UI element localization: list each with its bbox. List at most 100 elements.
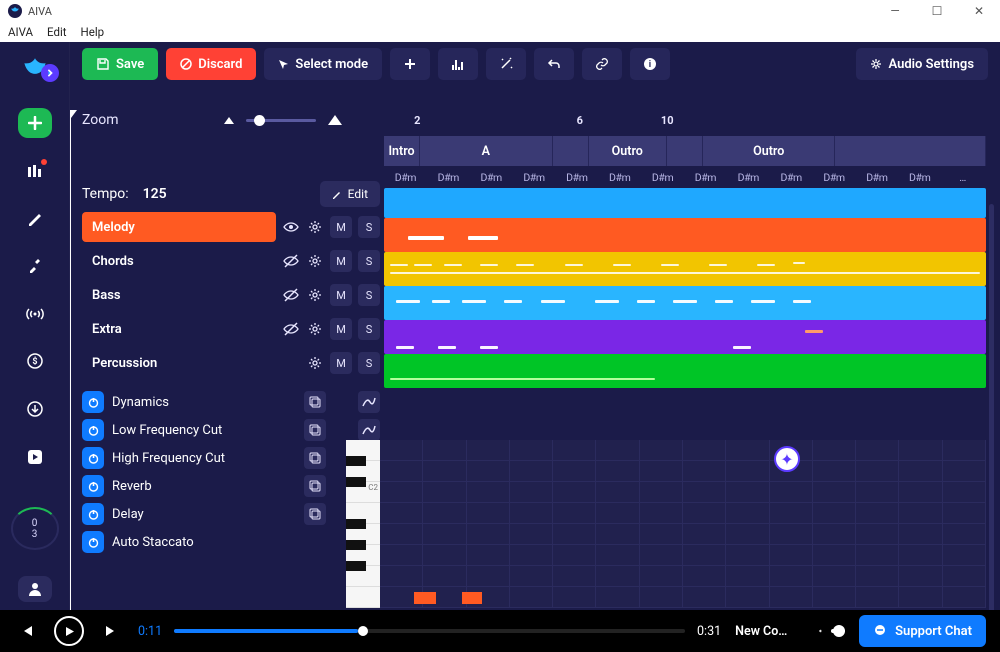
sidebar-download-button[interactable]: [18, 394, 52, 424]
section-block[interactable]: Outro: [589, 136, 667, 166]
fx-copy-button[interactable]: [304, 503, 326, 525]
fx-copy-button[interactable]: [304, 391, 326, 413]
track-settings-button[interactable]: [306, 286, 324, 304]
solo-button[interactable]: S: [358, 318, 380, 340]
section-block[interactable]: [667, 136, 703, 166]
sidebar-create-button[interactable]: [18, 108, 52, 138]
visibility-toggle[interactable]: [282, 286, 300, 304]
track-name-melody[interactable]: Melody: [82, 212, 276, 242]
track-lane-extra[interactable]: [384, 320, 986, 354]
fx-label: Delay: [112, 507, 144, 522]
track-settings-button[interactable]: [306, 252, 324, 270]
next-button[interactable]: [98, 618, 124, 644]
playhead[interactable]: [70, 116, 71, 610]
solo-button[interactable]: S: [358, 216, 380, 238]
solo-button[interactable]: S: [358, 352, 380, 374]
equalizer-button[interactable]: [438, 48, 478, 80]
fx-copy-button[interactable]: [304, 447, 326, 469]
credits-bottom: 3: [32, 529, 38, 540]
discard-button[interactable]: Discard: [166, 48, 256, 80]
arrangement-sections[interactable]: IntroA Outro Outro: [384, 136, 986, 166]
timeline-ruler[interactable]: 2 6 10: [384, 114, 986, 136]
mute-button[interactable]: M: [330, 318, 352, 340]
track-settings-button[interactable]: [306, 320, 324, 338]
ai-sparkle-button[interactable]: ✦: [774, 446, 800, 472]
track-lane-bass[interactable]: [384, 286, 986, 320]
menu-edit[interactable]: Edit: [47, 25, 66, 39]
visibility-toggle[interactable]: [282, 218, 300, 236]
fx-label: Auto Staccato: [112, 535, 194, 550]
track-name-extra[interactable]: Extra: [82, 314, 276, 344]
audio-settings-button[interactable]: Audio Settings: [856, 48, 988, 80]
zoom-out-icon[interactable]: [224, 117, 234, 124]
undo-button[interactable]: [534, 48, 574, 80]
seek-bar[interactable]: [174, 629, 685, 633]
support-chat-button[interactable]: Support Chat: [859, 615, 986, 647]
section-block[interactable]: Intro: [384, 136, 420, 166]
visibility-toggle[interactable]: [282, 252, 300, 270]
select-mode-button[interactable]: Select mode: [264, 48, 382, 80]
visibility-toggle[interactable]: [282, 320, 300, 338]
previous-button[interactable]: [14, 618, 40, 644]
fx-power-toggle[interactable]: [82, 391, 104, 413]
track-settings-button[interactable]: [306, 218, 324, 236]
volume-control[interactable]: [819, 618, 845, 644]
vertical-scrollbar[interactable]: [989, 204, 994, 610]
magic-wand-button[interactable]: [486, 48, 526, 80]
fx-label: Reverb: [112, 479, 152, 494]
fx-copy-button[interactable]: [304, 475, 326, 497]
section-block[interactable]: [835, 136, 986, 166]
fx-power-toggle[interactable]: [82, 447, 104, 469]
profile-button[interactable]: [18, 576, 52, 602]
section-block[interactable]: Outro: [703, 136, 835, 166]
sidebar-editor-button[interactable]: [18, 204, 52, 234]
window-maximize-button[interactable]: ☐: [916, 0, 958, 22]
sidebar-radio-button[interactable]: [18, 299, 52, 329]
fx-automation-button[interactable]: [358, 419, 380, 441]
zoom-slider[interactable]: [246, 119, 316, 122]
menu-aiva[interactable]: AIVA: [8, 25, 33, 39]
add-button[interactable]: [390, 48, 430, 80]
fx-power-toggle[interactable]: [82, 503, 104, 525]
save-button[interactable]: Save: [82, 48, 158, 80]
zoom-in-icon[interactable]: [328, 115, 342, 125]
tempo-edit-button[interactable]: Edit: [320, 181, 380, 207]
section-block[interactable]: A: [420, 136, 552, 166]
track-lane-tempo[interactable]: [384, 188, 986, 218]
track-settings-button[interactable]: [306, 354, 324, 372]
section-block[interactable]: [553, 136, 589, 166]
sidebar-collapse-button[interactable]: [41, 64, 59, 82]
window-close-button[interactable]: ✕: [958, 0, 1000, 22]
mute-button[interactable]: M: [330, 352, 352, 374]
track-name-chords[interactable]: Chords: [82, 246, 276, 276]
sidebar-play-button[interactable]: [18, 442, 52, 472]
mute-button[interactable]: M: [330, 284, 352, 306]
mute-button[interactable]: M: [330, 216, 352, 238]
menubar: AIVA Edit Help: [0, 22, 1000, 42]
fx-copy-button[interactable]: [304, 419, 326, 441]
window-minimize-button[interactable]: —: [874, 0, 916, 22]
sidebar-library-button[interactable]: [18, 156, 52, 186]
fx-power-toggle[interactable]: [82, 531, 104, 553]
track-lane-percussion[interactable]: [384, 354, 986, 388]
solo-button[interactable]: S: [358, 284, 380, 306]
midi-note[interactable]: [462, 592, 482, 604]
sidebar-billing-button[interactable]: $: [18, 347, 52, 377]
link-button[interactable]: [582, 48, 622, 80]
fx-automation-button[interactable]: [358, 391, 380, 413]
piano-roll[interactable]: C2: [346, 440, 986, 608]
track-lane-chords[interactable]: [384, 252, 986, 286]
track-name-percussion[interactable]: Percussion: [82, 348, 276, 378]
track-name-bass[interactable]: Bass: [82, 280, 276, 310]
fx-power-toggle[interactable]: [82, 419, 104, 441]
solo-button[interactable]: S: [358, 250, 380, 272]
track-lane-melody[interactable]: [384, 218, 986, 252]
sidebar-tools-button[interactable]: [18, 251, 52, 281]
play-button[interactable]: [54, 616, 84, 646]
fx-power-toggle[interactable]: [82, 475, 104, 497]
piano-keys[interactable]: C2: [346, 440, 380, 608]
midi-note[interactable]: [414, 592, 436, 604]
menu-help[interactable]: Help: [81, 25, 105, 39]
mute-button[interactable]: M: [330, 250, 352, 272]
info-button[interactable]: i: [630, 48, 670, 80]
